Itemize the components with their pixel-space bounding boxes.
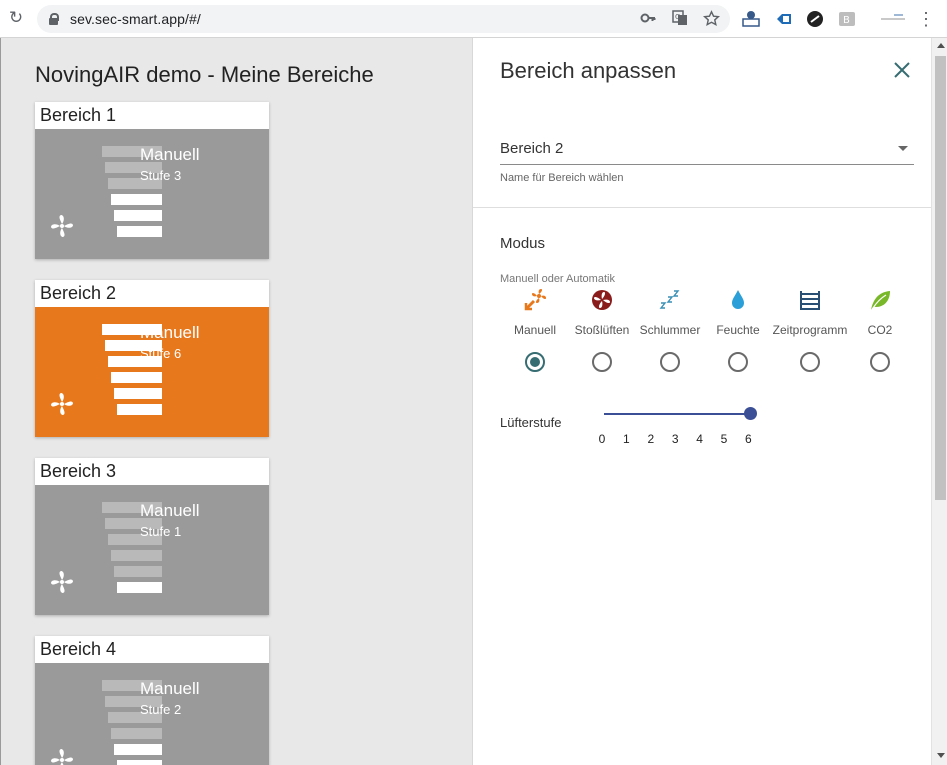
- level-bar: [114, 388, 162, 399]
- menu-icon[interactable]: ⋮: [917, 9, 935, 29]
- reload-icon[interactable]: ↻: [7, 9, 25, 27]
- svg-text:B: B: [843, 15, 850, 26]
- area-mode: Manuell: [140, 145, 200, 164]
- area-card[interactable]: Bereich 2 Manuell Stufe 6: [35, 280, 269, 437]
- fan-icon: [49, 391, 75, 417]
- fan-level-ticks: 0 1 2 3 4 5 6: [595, 432, 759, 448]
- level-bar: [117, 582, 162, 593]
- area-select-value[interactable]: Bereich 2: [500, 140, 563, 157]
- area-level: Stufe 3: [140, 168, 182, 183]
- level-bar: [117, 226, 162, 237]
- area-card-title[interactable]: Bereich 4: [35, 636, 269, 663]
- humidity-drop-icon[interactable]: [726, 288, 750, 312]
- lock-icon[interactable]: [49, 13, 59, 25]
- area-level: Stufe 2: [140, 702, 182, 717]
- sleep-icon[interactable]: [658, 288, 682, 312]
- fan-level-tick: 5: [720, 432, 728, 446]
- area-card-title[interactable]: Bereich 3: [35, 458, 269, 485]
- chevron-down-icon[interactable]: [898, 146, 908, 151]
- level-bar: [111, 194, 162, 205]
- fan-level-label: Lüfterstufe: [500, 415, 562, 430]
- extension-icon[interactable]: [775, 10, 793, 28]
- address-bar[interactable]: sev.sec-smart.app/#/ G: [37, 5, 730, 33]
- fan-level-tick: 0: [598, 432, 606, 446]
- area-mode: Manuell: [140, 323, 200, 342]
- extension-icon[interactable]: [880, 10, 906, 28]
- mode-radio[interactable]: [870, 352, 890, 372]
- scrollbar-thumb[interactable]: [935, 56, 946, 500]
- fan-level-tick: 3: [671, 432, 679, 446]
- mode-option[interactable]: CO2: [835, 288, 925, 378]
- scrollbar[interactable]: [931, 38, 947, 765]
- fan-level-tick: 4: [696, 432, 703, 446]
- level-bar: [117, 404, 162, 415]
- modus-hint: Manuell oder Automatik: [500, 273, 615, 285]
- area-select[interactable]: Bereich 2: [500, 138, 914, 165]
- level-bar: [114, 210, 162, 221]
- svg-text:G: G: [675, 13, 680, 21]
- level-bar: [114, 744, 162, 755]
- fan-level-tick: 1: [623, 432, 630, 446]
- area-level: Stufe 1: [140, 524, 182, 539]
- scroll-down-icon[interactable]: [937, 753, 945, 758]
- fan-level-slider-thumb[interactable]: [744, 407, 757, 420]
- area-card[interactable]: Bereich 3 Manuell Stufe 1: [35, 458, 269, 615]
- area-mode: Manuell: [140, 679, 200, 698]
- area-card-body[interactable]: Manuell Stufe 3: [35, 129, 269, 259]
- fan-icon: [49, 747, 75, 765]
- fan-level-tick: 6: [745, 432, 752, 446]
- star-icon[interactable]: [702, 10, 720, 28]
- area-card-title[interactable]: Bereich 2: [35, 280, 269, 307]
- level-bar: [111, 550, 162, 561]
- modus-heading: Modus: [500, 235, 546, 252]
- extension-icon[interactable]: [742, 10, 760, 28]
- area-card-body[interactable]: Manuell Stufe 1: [35, 485, 269, 615]
- level-bar: [117, 760, 162, 765]
- translate-icon[interactable]: G: [671, 10, 689, 28]
- scroll-up-icon[interactable]: [937, 43, 945, 48]
- area-mode: Manuell: [140, 501, 200, 520]
- browser-toolbar: ↻ sev.sec-smart.app/#/ G B ⋮: [0, 0, 947, 38]
- close-icon[interactable]: [892, 60, 912, 80]
- key-icon[interactable]: [639, 10, 657, 28]
- areas-list: NovingAIR demo - Meine Bereiche Bereich …: [1, 38, 472, 765]
- mode-radio[interactable]: [728, 352, 748, 372]
- area-card-body[interactable]: Manuell Stufe 2: [35, 663, 269, 765]
- mode-radio[interactable]: [800, 352, 820, 372]
- fan-icon: [49, 569, 75, 595]
- mode-radio[interactable]: [525, 352, 545, 372]
- manual-fan-icon[interactable]: [523, 288, 547, 312]
- extension-icon[interactable]: [806, 10, 824, 28]
- fan-level-tick: 2: [647, 432, 655, 446]
- fan-icon: [49, 213, 75, 239]
- page-title: NovingAIR demo - Meine Bereiche: [35, 62, 374, 87]
- edit-panel: Bereich anpassen Bereich 2 Name für Bere…: [472, 38, 932, 765]
- level-bar: [111, 728, 162, 739]
- schedule-icon[interactable]: [798, 288, 822, 312]
- area-card-body[interactable]: Manuell Stufe 6: [35, 307, 269, 437]
- url-text[interactable]: sev.sec-smart.app/#/: [70, 11, 201, 27]
- mode-radio[interactable]: [660, 352, 680, 372]
- leaf-icon[interactable]: [868, 288, 892, 312]
- divider: [473, 207, 932, 208]
- area-level: Stufe 6: [140, 346, 182, 361]
- panel-title: Bereich anpassen: [500, 58, 677, 83]
- mode-label[interactable]: CO2: [835, 323, 925, 337]
- burst-fan-icon[interactable]: [590, 288, 614, 312]
- mode-radio[interactable]: [592, 352, 612, 372]
- level-bar: [111, 372, 162, 383]
- app-area: NovingAIR demo - Meine Bereiche Bereich …: [0, 38, 947, 765]
- fan-level-slider-track[interactable]: [604, 413, 750, 415]
- extension-icon[interactable]: B: [838, 10, 856, 28]
- area-card-title[interactable]: Bereich 1: [35, 102, 269, 129]
- area-card[interactable]: Bereich 1 Manuell Stufe 3: [35, 102, 269, 259]
- select-hint: Name für Bereich wählen: [500, 172, 624, 184]
- level-bar: [114, 566, 162, 577]
- area-card[interactable]: Bereich 4 Manuell Stufe 2: [35, 636, 269, 765]
